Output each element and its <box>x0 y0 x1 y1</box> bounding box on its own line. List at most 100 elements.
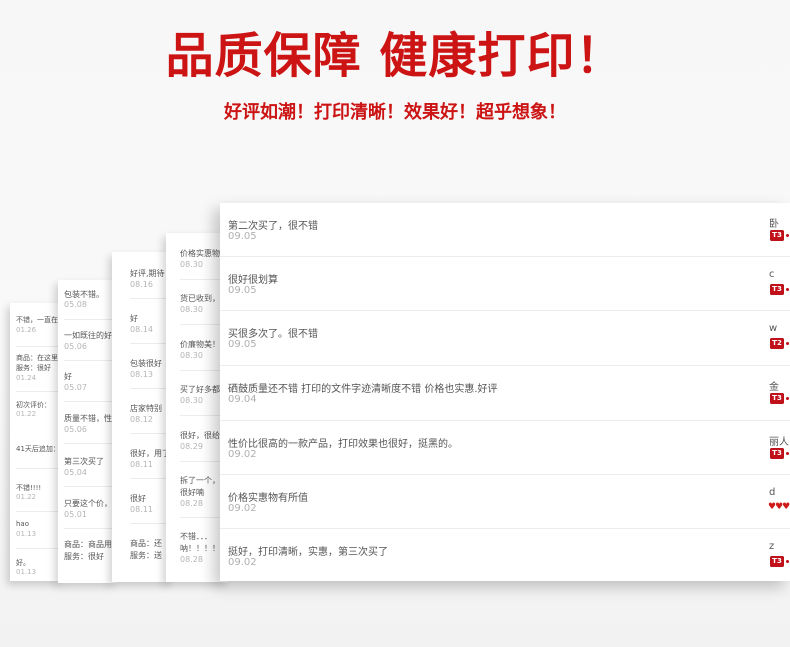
review-text: 价格实惠物 <box>180 249 220 258</box>
review-date: 08.30 <box>180 351 203 360</box>
review-text: 一如既往的好 <box>64 331 112 340</box>
review-text: 好 <box>64 372 72 381</box>
review-date: 05.08 <box>64 300 87 309</box>
review-card-4: 价格实惠物 08.30 货已收到， 08.30 价廉物美！ 08.30 买了好多… <box>166 233 228 582</box>
reviewer-name: 卧 <box>769 219 779 230</box>
review-date: 08.28 <box>180 555 203 564</box>
review-date: 05.01 <box>64 510 87 519</box>
review-text: 初次评价： <box>16 401 51 409</box>
review-text: 买了好多都 <box>180 385 220 394</box>
page-title: 品质保障 健康打印！ <box>165 28 625 84</box>
review-date: 05.06 <box>64 342 87 351</box>
table-row: 很好很划算 09.05 c T3 <box>220 257 790 311</box>
review-date: 08.30 <box>180 305 203 314</box>
review-date: 09.05 <box>228 285 257 296</box>
review-text: 只要这个价，真 <box>64 499 116 508</box>
review-date: 01.22 <box>16 410 37 418</box>
reviewer-name: d <box>769 487 776 498</box>
reviewer-name: w <box>769 323 778 334</box>
review-text: 很好喃 <box>180 488 204 497</box>
reviewer-name: 丽人 <box>769 437 789 448</box>
review-date: 05.04 <box>64 468 87 477</box>
review-date: 08.12 <box>130 415 153 424</box>
review-text: 好。 <box>16 559 30 567</box>
review-date: 08.13 <box>130 370 153 379</box>
table-row: 价格实惠物有所值 09.02 d ♥♥♥ <box>220 475 790 529</box>
review-text: 第二次买了，很不错 <box>228 221 318 232</box>
level-badge: T2 <box>770 338 784 349</box>
table-row: 性价比很高的一款产品，打印效果也很好，挺黑的。 09.02 丽人 T3 <box>220 421 790 475</box>
review-text: 商品：还 <box>130 539 162 548</box>
review-date: 08.11 <box>130 460 153 469</box>
review-text: 好 <box>130 314 138 323</box>
badge-dot-icon <box>786 288 789 291</box>
page-subtitle: 好评如潮！打印清晰！效果好！超乎想象！ <box>224 102 566 123</box>
badge-dot-icon <box>786 342 789 345</box>
review-text: 服务：很好 <box>16 364 51 372</box>
review-date: 09.05 <box>228 231 257 242</box>
review-text: 不错．．． <box>180 532 212 541</box>
review-text: 很好很划算 <box>228 275 278 286</box>
review-text: 买很多次了。很不错 <box>228 329 318 340</box>
review-text: 很好，用了 <box>130 449 170 458</box>
review-text: 货已收到， <box>180 294 220 303</box>
review-text: 包装很好 <box>130 359 162 368</box>
review-text: 价廉物美！ <box>180 340 220 349</box>
review-text: 不错!!!! <box>16 484 42 492</box>
review-date: 01.13 <box>16 568 37 576</box>
reviewer-name: c <box>769 269 775 280</box>
review-text: 商品：商品用着 <box>64 540 116 549</box>
review-date: 01.24 <box>16 374 37 382</box>
review-date: 05.06 <box>64 425 87 434</box>
reviewer-name: z <box>769 541 775 552</box>
review-date: 09.02 <box>228 503 257 514</box>
review-date: 09.02 <box>228 449 257 460</box>
badge-dot-icon <box>786 234 789 237</box>
reviewer-name: 金 <box>769 382 779 393</box>
review-date: 08.11 <box>130 505 153 514</box>
level-badge: T3 <box>770 448 784 459</box>
review-text: 硒鼓质量还不错 打印的文件字迹清晰度不错 价格也实惠.好评 <box>228 384 498 395</box>
review-text: 服务：很好 <box>64 552 104 561</box>
review-date: 01.13 <box>16 530 37 538</box>
table-row: 第二次买了，很不错 09.05 卧 T3 <box>220 203 790 257</box>
review-date: 09.04 <box>228 394 257 405</box>
heart-rating-icon: ♥♥♥ <box>768 502 790 512</box>
review-date: 09.05 <box>228 339 257 350</box>
review-date: 08.30 <box>180 396 203 405</box>
review-card-3: 好评,期待 08.16 好 08.14 包装很好 08.13 店家特别 08.1… <box>112 252 172 582</box>
table-row: 买很多次了。很不错 09.05 w T2 <box>220 311 790 366</box>
review-date: 08.29 <box>180 442 203 451</box>
review-text: 价格实惠物有所值 <box>228 493 308 504</box>
review-text: 商品：在这里我 <box>16 354 62 362</box>
review-text: 好评,期待 <box>130 269 165 278</box>
review-date: 05.07 <box>64 383 87 392</box>
table-row: 挺好，打印清晰，实惠，第三次买了 09.02 z T3 <box>220 529 790 581</box>
review-card-2: 包装不错。 05.08 一如既往的好 05.06 好 05.07 质量不错，性价… <box>58 280 116 583</box>
review-text: 拆了一个， <box>180 476 220 485</box>
badge-dot-icon <box>786 397 789 400</box>
review-date: 01.26 <box>16 326 37 334</box>
review-text: 挺好，打印清晰，实惠，第三次买了 <box>228 547 388 558</box>
review-text: 包装不错。 <box>64 290 104 299</box>
review-text: 不错，一直在我 <box>16 316 62 324</box>
level-badge: T3 <box>770 556 784 567</box>
level-badge: T3 <box>770 230 784 241</box>
level-badge: T3 <box>770 284 784 295</box>
review-text: 很好 <box>130 494 146 503</box>
badge-dot-icon <box>786 452 789 455</box>
review-list-main: 第二次买了，很不错 09.05 卧 T3 很好很划算 09.05 c T3 买很… <box>220 203 790 581</box>
review-text: 很好，很给 <box>180 431 220 440</box>
review-text: 呐！！！！ <box>180 544 220 553</box>
review-date: 08.16 <box>130 280 153 289</box>
review-date: 08.28 <box>180 499 203 508</box>
review-text: 服务：送 <box>130 551 162 560</box>
review-text: 第三次买了 <box>64 457 104 466</box>
review-date: 09.02 <box>228 557 257 568</box>
review-text: 41天后追加： <box>16 445 60 453</box>
review-date: 01.22 <box>16 493 37 501</box>
review-text: 性价比很高的一款产品，打印效果也很好，挺黑的。 <box>228 439 458 450</box>
review-text: 店家特别 <box>130 404 162 413</box>
review-text: hao <box>16 520 30 528</box>
review-date: 08.30 <box>180 260 203 269</box>
